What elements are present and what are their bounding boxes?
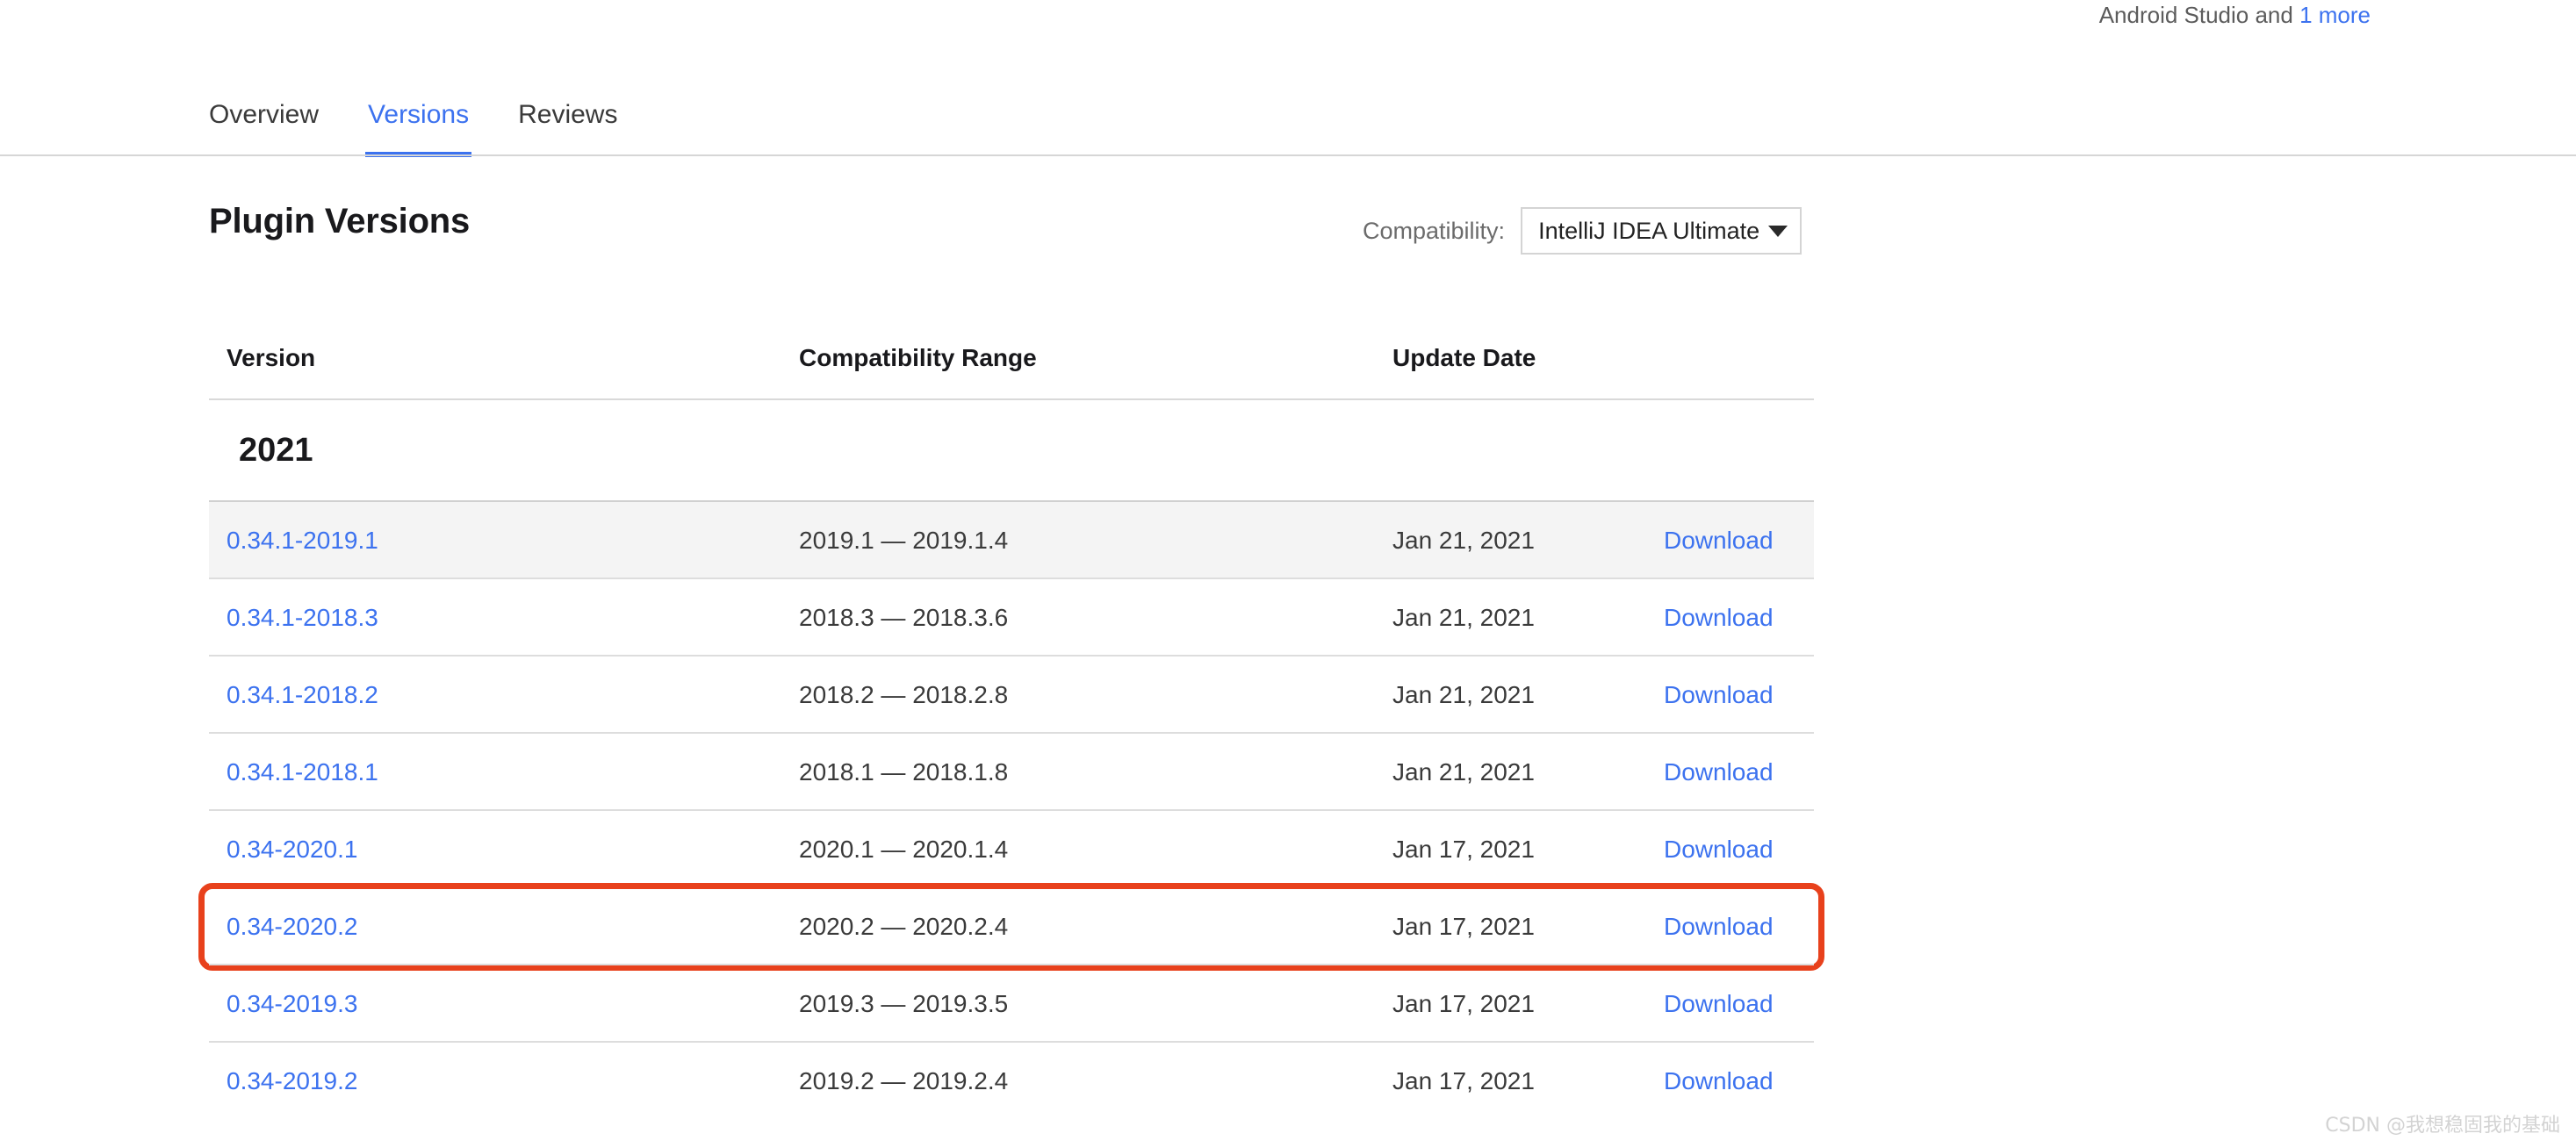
- version-link[interactable]: 0.34-2019.3: [227, 965, 357, 1043]
- update-date-value: Jan 21, 2021: [1392, 527, 1535, 554]
- tab-versions[interactable]: Versions: [365, 91, 472, 157]
- compatibility-more-link[interactable]: 1 more: [2299, 2, 2371, 28]
- tab-bar: Overview Versions Reviews: [0, 91, 2576, 157]
- compatibility-select-value: IntelliJ IDEA Ultimate: [1538, 217, 1760, 244]
- version-link[interactable]: 0.34.1-2018.2: [227, 657, 378, 734]
- download-link[interactable]: Download: [1664, 502, 1774, 579]
- download-link[interactable]: Download: [1664, 734, 1774, 811]
- tab-reviews[interactable]: Reviews: [518, 91, 617, 130]
- tab-list: Overview Versions Reviews: [209, 91, 666, 157]
- table-row[interactable]: 0.34.1-2019.1 2019.1 — 2019.1.4 Jan 21, 20…: [209, 500, 1814, 578]
- compatibility-range-value: 2019.1 — 2019.1.4: [799, 527, 1009, 554]
- update-date-value: Jan 17, 2021: [1392, 913, 1535, 940]
- plugin-compatibility-meta: Android Studio and 1 more: [0, 0, 2371, 28]
- version-link[interactable]: 0.34-2020.1: [227, 811, 357, 888]
- table-header-row: Version Compatibility Range Update Date: [209, 344, 1814, 400]
- table-row[interactable]: 0.34-2020.2 2020.2 — 2020.2.4 Jan 17, 2021…: [198, 883, 1824, 971]
- main-content: Plugin Versions Compatibility: IntelliJ …: [0, 156, 2576, 1094]
- plugin-versions-table: Version Compatibility Range Update Date …: [198, 344, 1824, 1118]
- year-group-heading: 2021: [209, 400, 1814, 500]
- compatibility-range-value: 2018.1 — 2018.1.8: [799, 758, 1009, 786]
- update-date-value: Jan 21, 2021: [1392, 758, 1535, 786]
- compatibility-range-value: 2018.2 — 2018.2.8: [799, 681, 1009, 708]
- download-link[interactable]: Download: [1664, 657, 1774, 734]
- download-link[interactable]: Download: [1664, 1043, 1774, 1120]
- table-row[interactable]: 0.34.1-2018.3 2018.3 — 2018.3.6 Jan 21, 20…: [209, 578, 1814, 655]
- chevron-down-icon: [1768, 225, 1788, 237]
- compatibility-range-value: 2020.2 — 2020.2.4: [799, 913, 1009, 940]
- highlight-annotation-box: [198, 883, 1824, 971]
- version-link[interactable]: 0.34.1-2018.1: [227, 734, 378, 811]
- download-link[interactable]: Download: [1664, 579, 1774, 657]
- update-date-value: Jan 21, 2021: [1392, 681, 1535, 708]
- version-link[interactable]: 0.34.1-2019.1: [227, 502, 378, 579]
- tab-overview-label: Overview: [209, 100, 320, 129]
- column-header-compatibility-range: Compatibility Range: [799, 344, 1037, 371]
- version-link[interactable]: 0.34-2019.2: [227, 1043, 357, 1120]
- download-link[interactable]: Download: [1664, 965, 1774, 1043]
- tab-versions-label: Versions: [368, 100, 470, 129]
- table-row[interactable]: 0.34.1-2018.2 2018.2 — 2018.2.8 Jan 21, 20…: [209, 655, 1814, 732]
- version-link[interactable]: 0.34.1-2018.3: [227, 579, 378, 657]
- update-date-value: Jan 21, 2021: [1392, 604, 1535, 631]
- column-header-version: Version: [227, 344, 316, 371]
- update-date-value: Jan 17, 2021: [1392, 836, 1535, 863]
- table-row[interactable]: 0.34.1-2018.1 2018.1 — 2018.1.8 Jan 21, 20…: [209, 732, 1814, 809]
- section-header: Plugin Versions Compatibility: IntelliJ …: [0, 156, 2576, 270]
- compatibility-label: Compatibility:: [1363, 217, 1506, 244]
- year-group-label: 2021: [239, 431, 313, 469]
- table-body: 0.34.1-2019.1 2019.1 — 2019.1.4 Jan 21, 20…: [198, 500, 1824, 1118]
- tab-reviews-label: Reviews: [518, 100, 618, 129]
- table-row[interactable]: 0.34-2020.1 2020.1 — 2020.1.4 Jan 17, 2021…: [209, 809, 1814, 886]
- compatibility-range-value: 2020.1 — 2020.1.4: [799, 836, 1009, 863]
- compatibility-select[interactable]: IntelliJ IDEA Ultimate: [1521, 207, 1802, 255]
- download-link[interactable]: Download: [1664, 888, 1774, 965]
- column-header-update-date: Update Date: [1392, 344, 1536, 371]
- update-date-value: Jan 17, 2021: [1392, 990, 1535, 1017]
- table-row[interactable]: 0.34-2019.2 2019.2 — 2019.2.4 Jan 17, 2021…: [209, 1041, 1814, 1118]
- compatibility-range-value: 2019.3 — 2019.3.5: [799, 990, 1009, 1017]
- version-link[interactable]: 0.34-2020.2: [227, 888, 357, 965]
- page-title: Plugin Versions: [209, 202, 471, 240]
- table-row[interactable]: 0.34-2019.3 2019.3 — 2019.3.5 Jan 17, 2021…: [209, 964, 1814, 1041]
- tab-overview[interactable]: Overview: [209, 91, 319, 130]
- plugin-compatibility-meta-text: Android Studio and: [2098, 2, 2300, 28]
- update-date-value: Jan 17, 2021: [1392, 1067, 1535, 1094]
- watermark: CSDN @我想稳固我的基础: [2325, 1115, 2560, 1137]
- compatibility-filter: Compatibility: IntelliJ IDEA Ultimate: [1363, 207, 1802, 255]
- download-link[interactable]: Download: [1664, 811, 1774, 888]
- compatibility-range-value: 2018.3 — 2018.3.6: [799, 604, 1009, 631]
- compatibility-range-value: 2019.2 — 2019.2.4: [799, 1067, 1009, 1094]
